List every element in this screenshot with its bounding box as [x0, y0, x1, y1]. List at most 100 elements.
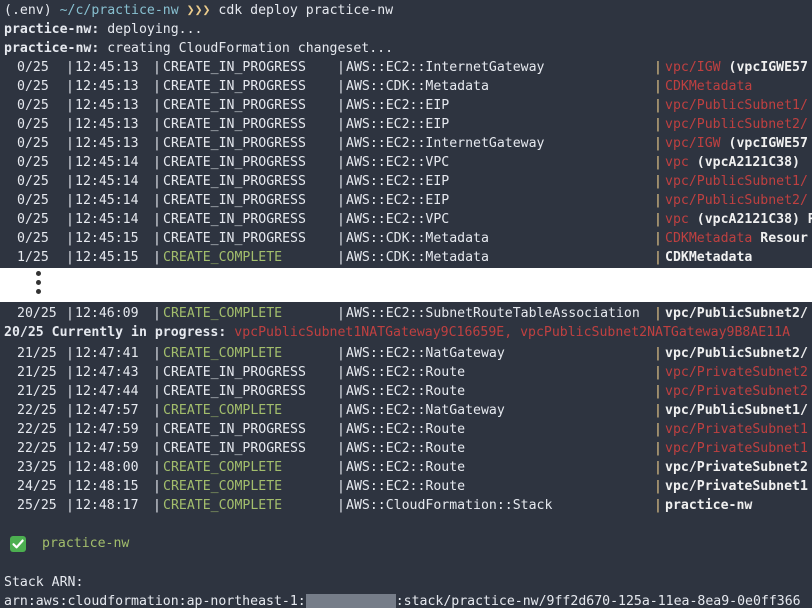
- column-separator: |: [66, 422, 74, 437]
- column-separator: |: [66, 117, 74, 132]
- column-separator: |: [153, 479, 161, 494]
- column-separator: |: [153, 422, 161, 437]
- column-separator: |: [337, 98, 345, 113]
- event-logical-id-pending: vpc/PublicSubnet2/: [665, 117, 808, 132]
- column-separator: |: [337, 441, 345, 456]
- column-separator: |: [337, 460, 345, 475]
- event-resource-type: AWS::EC2::NatGateway: [346, 403, 505, 418]
- event-time: 12:45:15: [75, 231, 139, 246]
- column-separator: |: [654, 479, 662, 494]
- event-resource-type: AWS::EC2::InternetGateway: [346, 136, 545, 151]
- event-time: 12:45:13: [75, 98, 139, 113]
- column-separator: |: [337, 306, 345, 321]
- event-progress: 22/25: [17, 422, 57, 437]
- omitted-gap: [0, 268, 812, 302]
- column-separator: |: [654, 231, 662, 246]
- redacted-account-id: [305, 593, 396, 608]
- column-separator: |: [654, 155, 662, 170]
- event-progress: 22/25: [17, 441, 57, 456]
- event-row: 22/25 | 12:47:59 | CREATE_IN_PROGRESS | AWS::E…: [0, 420, 812, 439]
- event-progress: 0/25: [17, 60, 49, 75]
- event-status: CREATE_IN_PROGRESS: [163, 60, 306, 75]
- event-logical-id: vpc/PrivateSubnet2: [665, 458, 808, 477]
- column-separator: |: [654, 403, 662, 418]
- column-separator: |: [337, 498, 345, 513]
- event-resource-type: AWS::EC2::VPC: [346, 155, 450, 170]
- prompt-command: cdk deploy practice-nw: [218, 3, 394, 18]
- event-logical-id-text: (vpcIGWE57: [720, 136, 808, 151]
- event-logical-id-pending: vpc/IGW: [665, 60, 721, 75]
- event-resource-type: AWS::CDK::Metadata: [346, 79, 489, 94]
- event-logical-id-pending: vpc: [665, 212, 689, 227]
- column-separator: |: [654, 60, 662, 75]
- event-logical-id: vpc/PrivateSubnet1: [665, 439, 808, 458]
- column-separator: |: [66, 136, 74, 151]
- event-time: 12:48:00: [75, 460, 139, 475]
- header-label: practice-nw:: [4, 22, 100, 37]
- header-text: deploying...: [99, 22, 203, 37]
- event-row: 21/25 | 12:47:44 | CREATE_IN_PROGRESS | AWS::E…: [0, 382, 812, 401]
- event-row: 0/25 | 12:45:13 | CREATE_IN_PROGRESS | AWS::EC…: [0, 96, 812, 115]
- event-resource-type: AWS::EC2::EIP: [346, 117, 450, 132]
- column-separator: |: [153, 498, 161, 513]
- column-separator: |: [337, 117, 345, 132]
- event-logical-id-pending: vpc/PrivateSubnet2: [665, 365, 808, 380]
- event-row: 0/25 | 12:45:15 | CREATE_IN_PROGRESS | AWS::CD…: [0, 229, 812, 248]
- column-separator: |: [66, 306, 74, 321]
- event-progress: 0/25: [17, 231, 49, 246]
- column-separator: |: [66, 441, 74, 456]
- event-logical-id-text: Resour: [752, 231, 808, 246]
- event-row: 20/25 | 12:46:09 | CREATE_COMPLETE | AWS::EC2:…: [0, 304, 812, 323]
- event-logical-id: CDKMetadata: [665, 248, 752, 267]
- event-logical-id-pending: vpc/PrivateSubnet2: [665, 384, 808, 399]
- prompt-env: (.env): [4, 3, 52, 18]
- column-separator: |: [654, 498, 662, 513]
- column-separator: |: [153, 231, 161, 246]
- event-time: 12:47:59: [75, 422, 139, 437]
- column-separator: |: [153, 403, 161, 418]
- event-row: 1/25 | 12:45:15 | CREATE_COMPLETE | AWS::CDK::…: [0, 248, 812, 267]
- event-time: 12:47:41: [75, 346, 139, 361]
- event-progress: 21/25: [17, 384, 57, 399]
- event-status: CREATE_COMPLETE: [163, 479, 283, 494]
- event-logical-id-pending: vpc: [665, 155, 689, 170]
- column-separator: |: [654, 384, 662, 399]
- column-separator: |: [654, 306, 662, 321]
- column-separator: |: [66, 498, 74, 513]
- terminal-pane-bottom[interactable]: 20/25 | 12:46:09 | CREATE_COMPLETE | AWS::EC2:…: [0, 302, 812, 608]
- event-resource-type: AWS::EC2::Route: [346, 460, 466, 475]
- event-resource-type: AWS::EC2::Route: [346, 384, 466, 399]
- event-status: CREATE_IN_PROGRESS: [163, 98, 306, 113]
- column-separator: |: [337, 193, 345, 208]
- event-status: CREATE_COMPLETE: [163, 460, 283, 475]
- event-logical-id-pending: vpc/PrivateSubnet1: [665, 422, 808, 437]
- column-separator: |: [337, 136, 345, 151]
- event-status: CREATE_COMPLETE: [163, 403, 283, 418]
- in-progress-items: vpcPublicSubnet1NATGateway9C16659E, vpcP…: [226, 325, 791, 340]
- event-row: 22/25 | 12:47:57 | CREATE_COMPLETE | AWS::EC2:…: [0, 401, 812, 420]
- event-time: 12:48:17: [75, 498, 139, 513]
- column-separator: |: [337, 79, 345, 94]
- check-icon: [10, 536, 26, 552]
- event-resource-type: AWS::CDK::Metadata: [346, 250, 489, 265]
- column-separator: |: [153, 212, 161, 227]
- event-logical-id-pending: CDKMetadata: [665, 231, 753, 246]
- event-progress: 23/25: [17, 460, 57, 475]
- stack-arn-suffix: :stack/practice-nw/9ff2d670-125a-11ea-8e…: [395, 594, 801, 608]
- event-row: 21/25 | 12:47:41 | CREATE_COMPLETE | AWS::EC2:…: [0, 344, 812, 363]
- event-logical-id-pending: vpc/IGW: [665, 136, 721, 151]
- event-resource-type: AWS::EC2::NatGateway: [346, 346, 505, 361]
- event-logical-id: practice-nw: [665, 496, 752, 515]
- header-line: practice-nw: deploying...: [4, 20, 812, 39]
- stack-arn-value[interactable]: arn:aws:cloudformation:ap-northeast-1::s…: [4, 592, 812, 608]
- column-separator: |: [153, 174, 161, 189]
- event-progress: 22/25: [17, 403, 57, 418]
- event-row: 0/25 | 12:45:13 | CREATE_IN_PROGRESS | AWS::CD…: [0, 77, 812, 96]
- event-resource-type: AWS::EC2::Route: [346, 422, 466, 437]
- header-label: practice-nw:: [4, 41, 100, 56]
- event-resource-type: AWS::EC2::InternetGateway: [346, 60, 545, 75]
- terminal-pane-top[interactable]: (.env) ~/c/practice-nw ❯❯❯ cdk deploy pr…: [0, 0, 812, 268]
- event-progress: 0/25: [17, 155, 49, 170]
- event-logical-id: vpc/PrivateSubnet2: [665, 363, 808, 382]
- event-status: CREATE_COMPLETE: [163, 250, 283, 265]
